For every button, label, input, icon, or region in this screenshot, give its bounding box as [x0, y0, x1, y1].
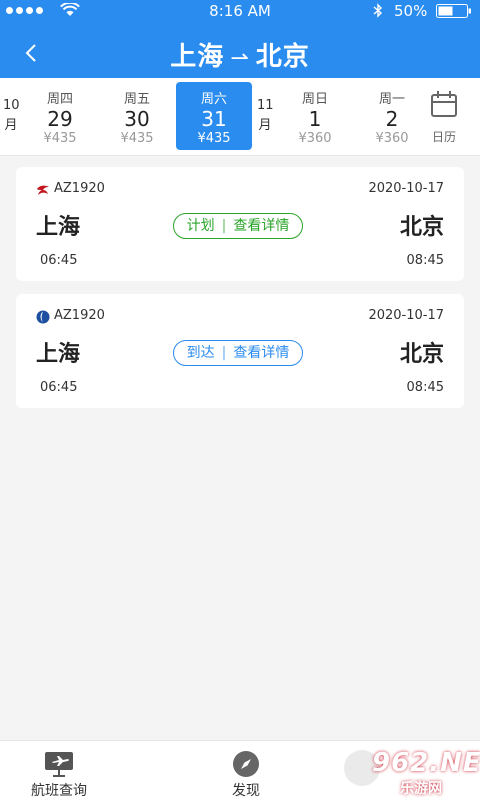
date-day: 29 [47, 107, 73, 131]
tab-flight-search[interactable]: 航班查询 [20, 741, 98, 800]
month-label-oct: 10 月 [3, 96, 20, 136]
date-selector: 10 月 周四 29 ¥435 周五 30 ¥435 周六 31 ¥435 11 月… [0, 78, 480, 156]
month-nov-num: 11 [257, 98, 274, 113]
compass-icon [233, 751, 259, 777]
month-label-nov: 11 月 [257, 96, 274, 136]
watermark-subtext: 乐游网 [400, 781, 442, 797]
app-header: 8:16 AM 50% 上海 ⇀ 北京 [0, 0, 480, 78]
date-day: 30 [124, 107, 150, 131]
detail-link: 查看详情 [233, 345, 290, 361]
status-bar: 8:16 AM 50% [0, 0, 480, 22]
tab-discover[interactable]: 发现 [210, 741, 282, 800]
flight-origin: 上海 [36, 342, 81, 367]
calendar-icon [431, 91, 457, 117]
flight-destination: 北京 [399, 215, 444, 240]
flight-number: AZ1920 [54, 181, 105, 196]
date-weekday: 周日 [301, 92, 328, 107]
date-item-30[interactable]: 周五 30 ¥435 [99, 82, 175, 150]
date-price: ¥435 [43, 131, 77, 146]
tab-label: 发现 [232, 783, 260, 799]
route-from: 上海 [170, 42, 225, 72]
date-price: ¥435 [120, 131, 154, 146]
status-detail-button[interactable]: 到达 | 查看详情 [173, 340, 303, 366]
battery-icon [436, 4, 471, 18]
date-weekday: 周五 [123, 92, 150, 107]
china-eastern-logo-icon [37, 185, 49, 195]
divider: | [221, 345, 227, 361]
detail-link: 查看详情 [233, 218, 290, 234]
flight-date: 2020-10-17 [368, 181, 444, 196]
month-nov-unit: 月 [258, 118, 272, 133]
watermark-text: 962.NET [372, 748, 480, 778]
arrival-time: 08:45 [406, 380, 444, 395]
date-weekday: 周四 [46, 92, 73, 107]
flight-date: 2020-10-17 [368, 308, 444, 323]
divider: | [221, 218, 227, 234]
date-price: ¥360 [298, 131, 332, 146]
month-oct-num: 10 [3, 98, 20, 113]
flight-destination: 北京 [399, 342, 444, 367]
date-item-1[interactable]: 周日 1 ¥360 [277, 82, 353, 150]
china-southern-logo-icon [36, 310, 50, 324]
departure-time: 06:45 [40, 253, 78, 268]
status-detail-button[interactable]: 计划 | 查看详情 [173, 213, 303, 239]
bluetooth-icon [373, 3, 383, 18]
month-oct-unit: 月 [4, 118, 18, 133]
flight-search-icon [45, 752, 73, 777]
flight-status: 计划 [186, 218, 215, 234]
tab-label: 航班查询 [31, 783, 87, 799]
date-day: 31 [201, 107, 227, 131]
date-weekday: 周六 [200, 92, 227, 107]
battery-percent: 50% [394, 2, 428, 20]
flight-card[interactable]: AZ1920 2020-10-17 上海 到达 | 查看详情 北京 06:45 08… [16, 294, 464, 408]
arrival-time: 08:45 [406, 253, 444, 268]
date-day: 1 [308, 107, 322, 131]
calendar-button[interactable]: 日历 [408, 78, 480, 155]
departure-time: 06:45 [40, 380, 78, 395]
calendar-label: 日历 [431, 130, 456, 144]
flight-origin: 上海 [36, 215, 81, 240]
date-item-31-selected[interactable]: 周六 31 ¥435 [176, 82, 252, 150]
date-item-29[interactable]: 周四 29 ¥435 [22, 82, 98, 150]
route-title: 上海 ⇀ 北京 [0, 36, 480, 73]
flight-status: 到达 [186, 345, 215, 361]
flight-number: AZ1920 [54, 308, 105, 323]
route-to: 北京 [255, 42, 310, 72]
route-arrow: ⇀ [230, 46, 250, 71]
flight-card[interactable]: AZ1920 2020-10-17 上海 计划 | 查看详情 北京 06:45 08… [16, 167, 464, 281]
date-price: ¥435 [197, 131, 231, 146]
